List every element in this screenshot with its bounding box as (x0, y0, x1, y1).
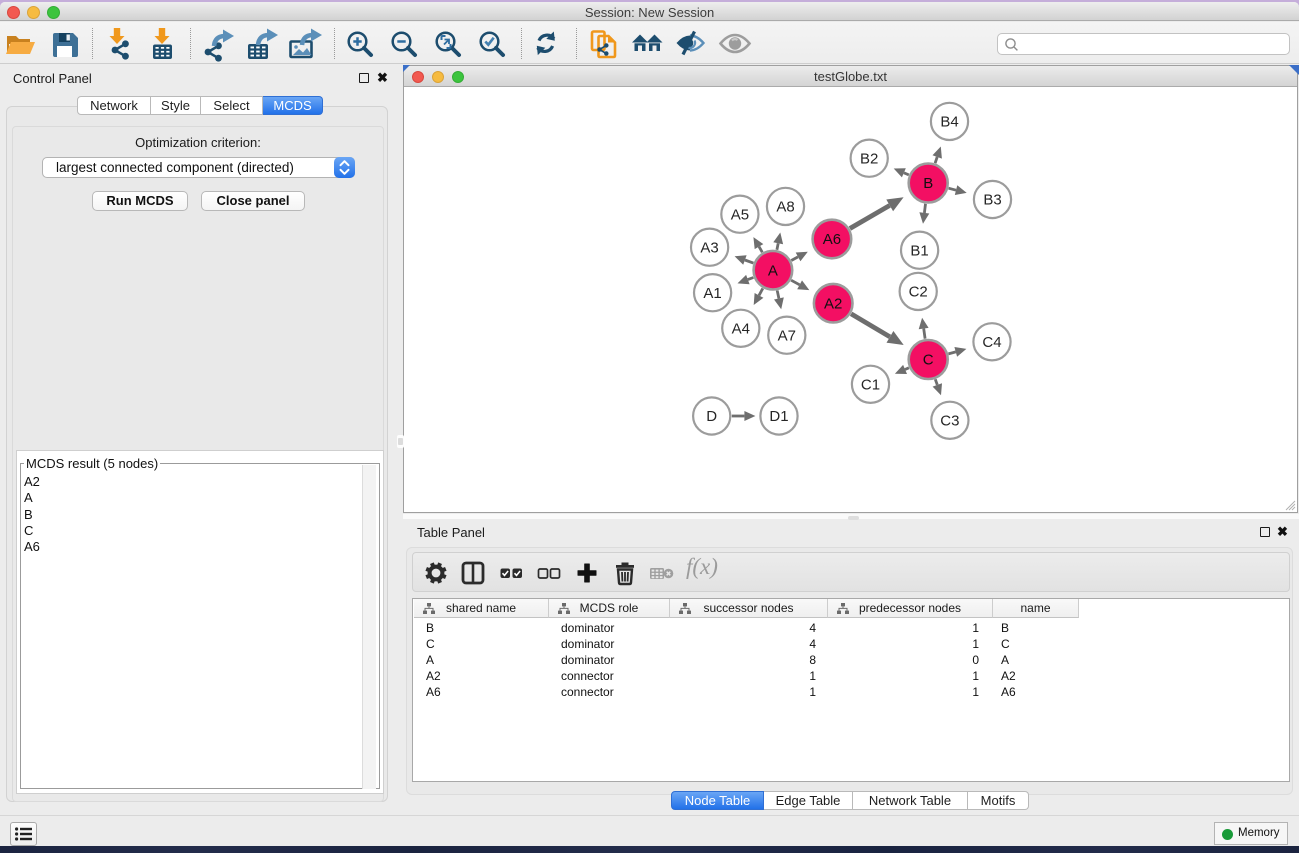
svg-text:A5: A5 (731, 206, 749, 223)
svg-text:B2: B2 (860, 150, 878, 167)
svg-text:B1: B1 (910, 242, 928, 259)
svg-text:C: C (923, 352, 934, 369)
svg-text:C1: C1 (861, 377, 880, 394)
svg-text:A: A (768, 262, 778, 279)
svg-text:A2: A2 (824, 295, 842, 312)
svg-text:B: B (923, 175, 933, 192)
svg-text:D: D (706, 408, 717, 425)
svg-text:A3: A3 (700, 239, 718, 256)
svg-text:A8: A8 (776, 199, 794, 216)
svg-text:A4: A4 (732, 321, 750, 338)
svg-text:A6: A6 (823, 231, 841, 248)
svg-text:B4: B4 (940, 114, 958, 131)
svg-text:A7: A7 (778, 327, 796, 344)
svg-text:A1: A1 (703, 285, 721, 302)
svg-text:D1: D1 (769, 408, 788, 425)
svg-text:C4: C4 (982, 334, 1001, 351)
svg-text:B3: B3 (983, 192, 1001, 209)
svg-text:C3: C3 (940, 413, 959, 430)
svg-text:C2: C2 (909, 284, 928, 301)
